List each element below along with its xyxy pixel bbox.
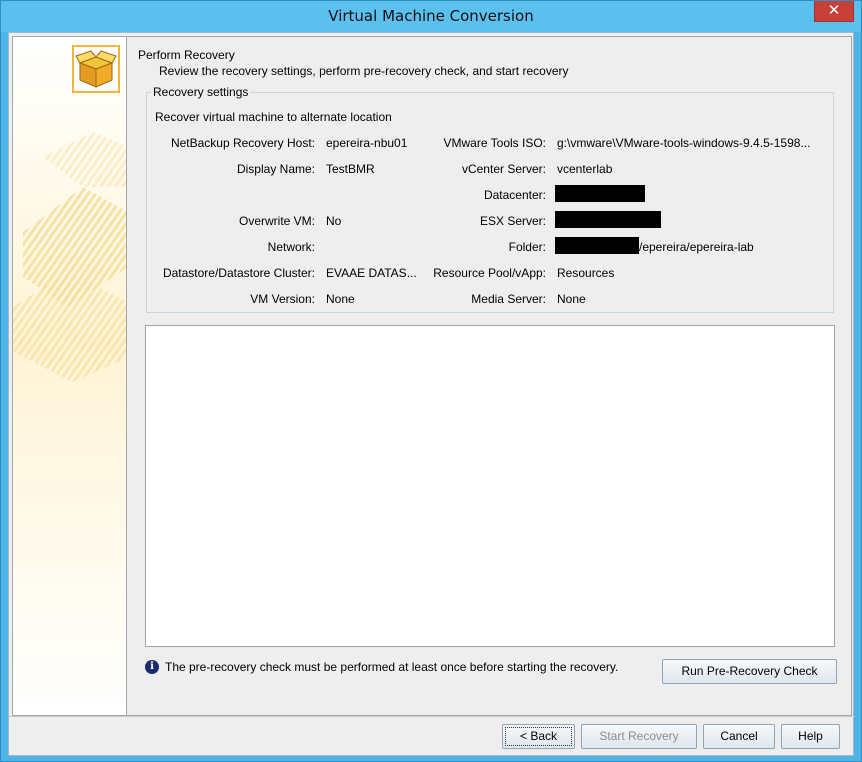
label-datacenter: Datacenter: bbox=[483, 188, 546, 202]
decorative-box-watermark bbox=[13, 37, 126, 715]
pre-recovery-check-output[interactable] bbox=[145, 325, 835, 647]
group-title: Recovery settings bbox=[151, 85, 251, 99]
value-vmware-tools-iso: g:\vmware\VMware-tools-windows-9.4.5-159… bbox=[557, 136, 811, 150]
redacted-esx-server bbox=[555, 211, 661, 228]
value-media-server: None bbox=[557, 292, 586, 306]
value-vcenter-server: vcenterlab bbox=[557, 162, 613, 176]
close-icon[interactable]: ✕ bbox=[814, 1, 854, 22]
back-button[interactable]: < Back bbox=[502, 724, 575, 749]
value-datastore: EVAAE DATAS... bbox=[326, 266, 417, 280]
value-recovery-host: epereira-nbu01 bbox=[326, 136, 408, 150]
label-folder: Folder: bbox=[508, 240, 546, 254]
value-folder: /epereira/epereira-lab bbox=[639, 240, 754, 254]
start-recovery-button[interactable]: Start Recovery bbox=[581, 724, 697, 749]
label-network: Network: bbox=[267, 240, 315, 254]
run-pre-recovery-check-button[interactable]: Run Pre-Recovery Check bbox=[662, 659, 837, 684]
help-button[interactable]: Help bbox=[781, 724, 840, 749]
wizard-side-banner bbox=[12, 36, 127, 716]
value-vm-version: None bbox=[326, 292, 355, 306]
redacted-folder-prefix bbox=[555, 237, 639, 254]
window-title: Virtual Machine Conversion bbox=[328, 7, 534, 25]
value-overwrite-vm: No bbox=[326, 214, 342, 228]
page-title: Perform Recovery bbox=[138, 48, 235, 62]
value-resource-pool: Resources bbox=[557, 266, 615, 280]
label-datastore: Datastore/Datastore Cluster: bbox=[162, 266, 315, 280]
cancel-button[interactable]: Cancel bbox=[703, 724, 775, 749]
package-icon bbox=[72, 45, 120, 93]
label-vm-version: VM Version: bbox=[250, 292, 315, 306]
label-esx-server: ESX Server: bbox=[479, 214, 546, 228]
value-display-name: TestBMR bbox=[326, 162, 375, 176]
page-description: Review the recovery settings, perform pr… bbox=[159, 64, 569, 78]
info-icon: i bbox=[145, 660, 159, 674]
title-bar[interactable]: Virtual Machine Conversion ✕ bbox=[1, 1, 861, 32]
label-recovery-host: NetBackup Recovery Host: bbox=[170, 136, 315, 150]
label-overwrite-vm: Overwrite VM: bbox=[238, 214, 315, 228]
recovery-settings-group: Recovery settings Recover virtual machin… bbox=[146, 85, 834, 313]
label-display-name: Display Name: bbox=[236, 162, 315, 176]
recovery-mode-text: Recover virtual machine to alternate loc… bbox=[155, 110, 392, 124]
label-vmware-tools-iso: VMware Tools ISO: bbox=[443, 136, 546, 150]
label-resource-pool: Resource Pool/vApp: bbox=[433, 266, 546, 280]
label-vcenter-server: vCenter Server: bbox=[461, 162, 546, 176]
client-area: Perform Recovery Review the recovery set… bbox=[8, 32, 855, 756]
info-message: The pre-recovery check must be performed… bbox=[165, 660, 619, 674]
label-media-server: Media Server: bbox=[471, 292, 546, 306]
redacted-datacenter bbox=[555, 185, 645, 202]
wizard-page: Perform Recovery Review the recovery set… bbox=[127, 36, 852, 716]
footer-divider bbox=[9, 716, 855, 717]
wizard-window: Virtual Machine Conversion ✕ Perform Rec… bbox=[0, 0, 862, 762]
